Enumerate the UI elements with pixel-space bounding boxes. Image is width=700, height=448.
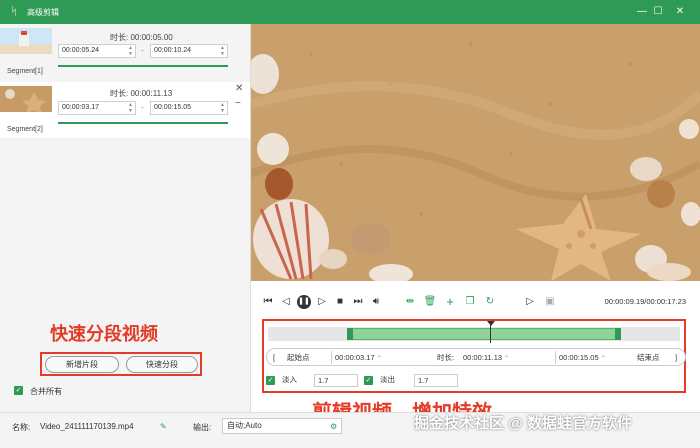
duration-field: 00:00:11.13 ⌃ bbox=[463, 353, 510, 362]
video-preview[interactable] bbox=[251, 24, 700, 281]
player-toolbar: ⏮ ◁ ❚❚ ▷ ■ ⏭ 🔊︎ ⇹ 🗑︎ + ❐ ↻ ▷ ▣ 00:00:09.… bbox=[251, 288, 700, 316]
quick-split-button[interactable]: 快速分段 bbox=[126, 356, 198, 373]
fade-in-field[interactable]: 1.7 bbox=[314, 374, 358, 387]
volume-icon[interactable]: 🔊︎ bbox=[369, 295, 383, 309]
edit-name-icon[interactable]: ✎ bbox=[160, 422, 167, 431]
playhead-marker[interactable] bbox=[487, 321, 495, 326]
bracket-icon: ] bbox=[675, 353, 678, 362]
crop-icon[interactable]: ▷ bbox=[523, 295, 537, 309]
window-title: 高级剪辑 bbox=[27, 7, 59, 17]
start-time-field[interactable]: 00:00:03.17 ⌃ bbox=[331, 351, 401, 364]
add-segment-button[interactable]: 新增片段 bbox=[45, 356, 119, 373]
segment-start-field[interactable]: 00:00:03.17 ▲ ▼ bbox=[58, 101, 136, 115]
playhead-line bbox=[490, 321, 491, 343]
fade-out-label: 淡出 bbox=[380, 375, 395, 384]
collapse-icon[interactable]: − bbox=[235, 98, 241, 109]
range-dash: - bbox=[141, 46, 144, 55]
title-bar: ᛋ 高级剪辑 — ☐ ✕ bbox=[0, 0, 700, 24]
timeline-start-handle[interactable] bbox=[347, 328, 353, 340]
maximize-icon[interactable]: ☐ bbox=[646, 0, 670, 24]
copy-icon[interactable]: ❐ bbox=[463, 295, 477, 309]
segment-range-bar bbox=[58, 122, 228, 124]
segment-thumbnail bbox=[0, 28, 52, 54]
range-dash: - bbox=[141, 103, 144, 112]
name-label: 名称: bbox=[12, 423, 31, 432]
segment-item[interactable]: Segment[1] 时长: 00:00:05.00 00:00:05.24 ▲ ▼… bbox=[0, 24, 250, 80]
segment-item[interactable]: Segment[2] 时长: 00:00:11.13 00:00:03.17 ▲ ▼… bbox=[0, 82, 250, 138]
snapshot-icon[interactable]: ▣ bbox=[543, 295, 557, 309]
stop-icon[interactable]: ■ bbox=[333, 295, 347, 309]
end-point-button[interactable]: 结束点 bbox=[637, 351, 660, 364]
spinner-icon[interactable]: ▲ ▼ bbox=[220, 45, 225, 57]
close-icon[interactable]: ✕ bbox=[235, 83, 243, 94]
merge-all-checkbox[interactable]: ✓ bbox=[14, 386, 23, 395]
delete-icon[interactable]: 🗑︎ bbox=[423, 295, 437, 309]
segment-duration: 时长: 00:00:11.13 bbox=[110, 89, 173, 98]
reset-icon[interactable]: ↻ bbox=[483, 295, 497, 309]
spinner-icon[interactable]: ▲ ▼ bbox=[128, 102, 133, 114]
bracket-icon: [ bbox=[273, 353, 276, 362]
playback-time: 00:00:09.19/00:00:17.23 bbox=[604, 297, 686, 306]
spinner-icon[interactable]: ▲ ▼ bbox=[220, 102, 225, 114]
previous-frame-icon[interactable]: ⏮ bbox=[261, 295, 275, 309]
trim-row: [ 起始点 00:00:03.17 ⌃ 时长: 00:00:11.13 ⌃ 00… bbox=[266, 348, 686, 366]
file-name: Video_241111170139.mp4 bbox=[40, 422, 134, 431]
duration-label: 时长: bbox=[437, 353, 455, 362]
fade-in-checkbox[interactable]: ✓ bbox=[266, 376, 275, 385]
segment-end-field[interactable]: 00:00:15.05 ▲ ▼ bbox=[150, 101, 228, 115]
segment-range-bar bbox=[58, 65, 228, 67]
merge-all-label: 合并所有 bbox=[30, 387, 62, 396]
output-select[interactable]: 自动;Auto bbox=[222, 418, 342, 434]
close-icon[interactable]: ✕ bbox=[668, 0, 692, 24]
segment-start-field[interactable]: 00:00:05.24 ▲ ▼ bbox=[58, 44, 136, 58]
pause-icon[interactable]: ❚❚ bbox=[297, 295, 311, 309]
next-frame-icon[interactable]: ⏭ bbox=[351, 295, 365, 309]
split-buttons-highlight: 新增片段 快速分段 bbox=[40, 352, 202, 376]
add-icon[interactable]: + bbox=[443, 295, 457, 309]
segment-duration: 时长: 00:00:05.00 bbox=[110, 33, 173, 42]
start-point-button[interactable]: 起始点 bbox=[287, 351, 310, 364]
timeline-end-handle[interactable] bbox=[615, 328, 621, 340]
spinner-icon[interactable]: ▲ ▼ bbox=[128, 45, 133, 57]
watermark: 掘金技术社区 @ 数据蛙官方软件 bbox=[414, 415, 632, 432]
split-annotation: 快速分段视频 bbox=[50, 324, 158, 344]
clip-edit-panel: [ 起始点 00:00:03.17 ⌃ 时长: 00:00:11.13 ⌃ 00… bbox=[262, 319, 686, 393]
segment-panel: Segment[1] 时长: 00:00:05.00 00:00:05.24 ▲ ▼… bbox=[0, 24, 251, 412]
split-icon[interactable]: ⇹ bbox=[403, 295, 417, 309]
app-logo-icon: ᛋ bbox=[10, 6, 18, 18]
step-back-icon[interactable]: ◁ bbox=[279, 295, 293, 309]
fade-in-label: 淡入 bbox=[282, 375, 297, 384]
step-forward-icon[interactable]: ▷ bbox=[315, 295, 329, 309]
fade-out-checkbox[interactable]: ✓ bbox=[364, 376, 373, 385]
segment-name: Segment[1] bbox=[7, 68, 43, 75]
settings-icon[interactable]: ⚙ bbox=[330, 422, 337, 431]
timeline-selection[interactable] bbox=[350, 328, 618, 340]
segment-end-field[interactable]: 00:00:10.24 ▲ ▼ bbox=[150, 44, 228, 58]
output-label: 输出: bbox=[193, 423, 212, 432]
segment-thumbnail bbox=[0, 86, 52, 112]
fade-out-field[interactable]: 1.7 bbox=[414, 374, 458, 387]
video-frame bbox=[251, 24, 700, 281]
segment-name: Segment[2] bbox=[7, 126, 43, 133]
end-time-field[interactable]: 00:00:15.05 ⌃ bbox=[555, 351, 623, 364]
